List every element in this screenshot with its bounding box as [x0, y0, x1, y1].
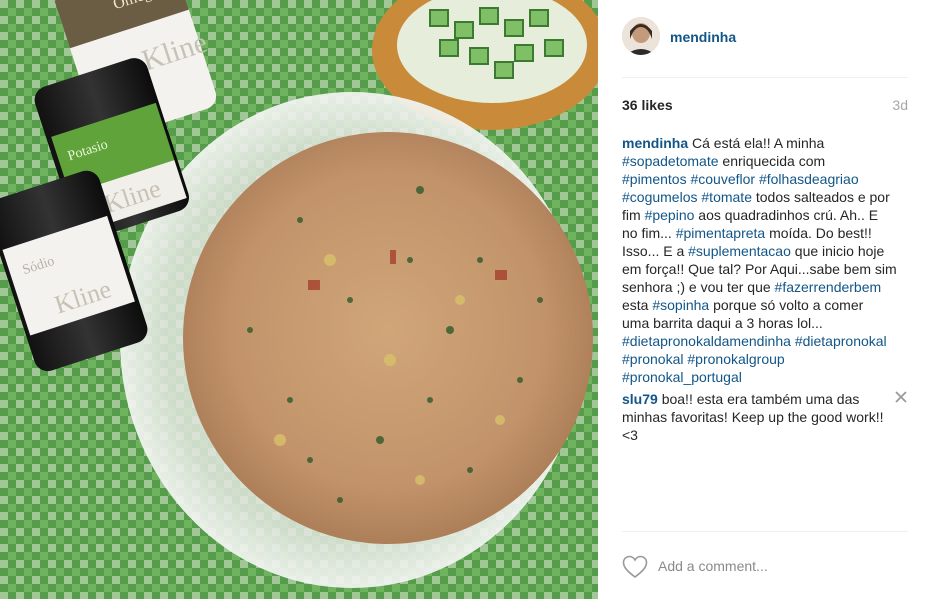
hashtag-link[interactable]: #pronokal_portugal	[622, 369, 742, 385]
comment-line: uma barrita daqui a 3 horas lol...	[622, 314, 908, 332]
comment-text: fim	[622, 207, 645, 223]
comment-line: #pronokal #pronokalgroup	[622, 350, 908, 368]
hashtag-link[interactable]: #sopadetomate	[622, 153, 719, 169]
comment-line: fim #pepino aos quadradinhos crú. Ah.. E	[622, 206, 908, 224]
comment-text: que inicio hoje	[790, 243, 885, 259]
comment-text: boa!! esta era também uma das	[657, 391, 860, 407]
tomato-soup	[183, 132, 593, 544]
comment-line: #dietapronokaldamendinha #dietapronokal	[622, 332, 908, 350]
comment-text: minhas favoritas! Keep up the good work!…	[622, 409, 884, 425]
comment-text: senhora ;) e vou ter que	[622, 279, 775, 295]
comment-line: Isso... E a #suplementacao que inicio ho…	[622, 242, 908, 260]
heart-outline-icon[interactable]	[622, 555, 648, 579]
comment-line: #pimentos #couveflor #folhasdeagriao	[622, 170, 908, 188]
post-photo[interactable]: Omega Kline Potasio Kline Sódio Kline	[0, 0, 598, 599]
comment-line: slu79 boa!! esta era também uma das	[622, 390, 908, 408]
post-age[interactable]: 3d	[892, 97, 908, 113]
hashtag-link[interactable]: #sopinha	[652, 297, 709, 313]
comment-text: uma barrita daqui a 3 horas lol...	[622, 315, 823, 331]
comment-text: Isso... E a	[622, 243, 689, 259]
hashtag-link[interactable]: #fazerrenderbem	[775, 279, 882, 295]
comment-text: em força!! Que tal? Por Aqui...sabe bem …	[622, 261, 897, 277]
hashtag-link[interactable]: #pronokal	[622, 351, 684, 367]
soup-photo-illustration: Omega Kline Potasio Kline Sódio Kline	[0, 0, 598, 599]
hashtag-link[interactable]: #tomate	[701, 189, 752, 205]
hashtag-link[interactable]: #pimentos	[622, 171, 687, 187]
hashtag-link[interactable]: #suplementacao	[688, 243, 791, 259]
comment-text: porque só volto a comer	[709, 297, 864, 313]
hashtag-link[interactable]: #dietapronokal	[795, 333, 887, 349]
caption-comment: mendinha Cá está ela!! A minha #sopadetom…	[622, 134, 908, 386]
comment-line: esta #sopinha porque só volto a comer	[622, 296, 908, 314]
likes-count[interactable]: 36 likes	[622, 97, 673, 113]
instagram-post: Omega Kline Potasio Kline Sódio Kline	[0, 0, 933, 599]
comment-text: Cá está ela!! A minha	[688, 135, 825, 151]
comment-line: #pronokal_portugal	[622, 368, 908, 386]
comment-line: em força!! Que tal? Por Aqui...sabe bem …	[622, 260, 908, 278]
avatar[interactable]	[622, 17, 660, 55]
comment-text: esta	[622, 297, 653, 313]
post-username[interactable]: mendinha	[670, 29, 736, 45]
hashtag-link[interactable]: #pepino	[645, 207, 695, 223]
comment-line: mendinha Cá está ela!! A minha	[622, 134, 908, 152]
comment-author[interactable]: slu79	[622, 391, 658, 407]
comment-text: aos quadradinhos crú. Ah.. E	[694, 207, 879, 223]
comment-line: minhas favoritas! Keep up the good work!…	[622, 408, 908, 426]
comment-text: enriquecida com	[718, 153, 826, 169]
comment-text: <3	[622, 427, 638, 443]
avatar-image	[622, 17, 660, 55]
header-divider	[622, 77, 908, 78]
post-sidebar: mendinha 36 likes 3d mendinha Cá está el…	[598, 0, 933, 599]
hashtag-link[interactable]: #pimentapreta	[676, 225, 766, 241]
comment-line: #cogumelos #tomate todos salteados e por	[622, 188, 908, 206]
comment-line: #sopadetomate enriquecida com	[622, 152, 908, 170]
post-header: mendinha	[598, 0, 933, 77]
hashtag-link[interactable]: #cogumelos	[622, 189, 698, 205]
comment-line: no fim... #pimentapreta moída. Do best!!	[622, 224, 908, 242]
comment-text: moída. Do best!!	[765, 225, 872, 241]
comments-list: mendinha Cá está ela!! A minha #sopadetom…	[622, 134, 908, 448]
comment-line: <3	[622, 426, 908, 444]
close-icon[interactable]	[894, 390, 908, 404]
comment-text: no fim...	[622, 225, 676, 241]
hashtag-link[interactable]: #couveflor	[690, 171, 755, 187]
comment-line: senhora ;) e vou ter que #fazerrenderbem	[622, 278, 908, 296]
post-footer	[598, 531, 933, 599]
hashtag-link[interactable]: #folhasdeagriao	[759, 171, 859, 187]
user-comment: slu79 boa!! esta era também uma das minha…	[622, 390, 908, 444]
add-comment-input[interactable]	[658, 555, 908, 577]
hashtag-link[interactable]: #pronokalgroup	[687, 351, 784, 367]
comment-text: todos salteados e por	[751, 189, 890, 205]
comment-author[interactable]: mendinha	[622, 135, 688, 151]
hashtag-link[interactable]: #dietapronokaldamendinha	[622, 333, 791, 349]
